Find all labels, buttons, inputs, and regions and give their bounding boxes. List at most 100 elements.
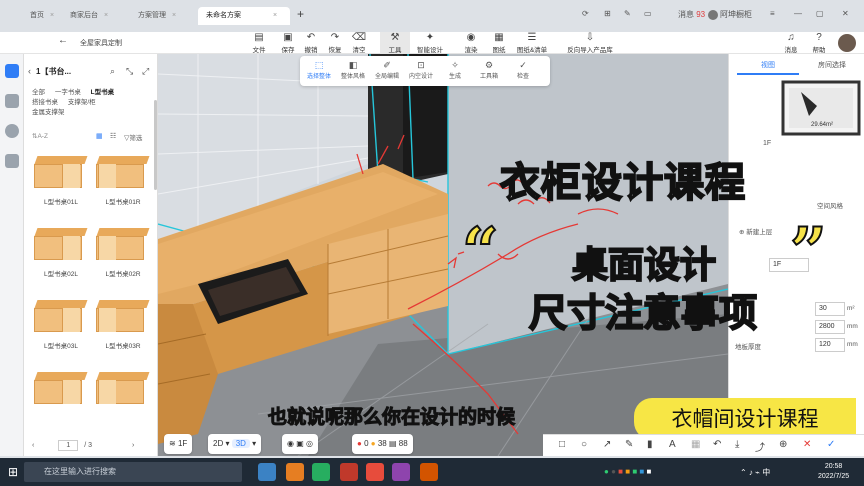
tools-button[interactable]: ⚒ 工具 [380,32,410,54]
drawing-button[interactable]: ▦ 图纸 [484,32,514,54]
windows-start-icon[interactable]: ⊞ [8,465,18,479]
task-view-icon[interactable] [258,463,276,481]
text-tool-icon[interactable]: A [669,439,676,450]
product-card[interactable]: L型书桌01L [32,150,90,206]
render-button[interactable]: ◉ 渲染 [456,32,486,54]
save-icon[interactable]: ⤓ [735,439,739,450]
search-icon[interactable]: ⌕ [110,66,115,77]
product-card[interactable] [32,366,90,412]
chevron-left-icon[interactable]: ‹ [28,66,31,76]
pen-tool-icon[interactable]: ✎ [625,439,633,450]
clear-button[interactable]: ⌫ 清空 [344,32,374,54]
issue-counter[interactable]: ● 0 ● 38 ▤ 88 [352,434,413,454]
catalog-scrollbar[interactable] [154,100,157,190]
catalog-icon[interactable] [5,64,19,78]
close-icon[interactable]: × [273,12,277,19]
product-card[interactable] [94,366,152,412]
share-icon[interactable]: ⤴ [755,439,765,454]
eye-icon[interactable]: ◉ [287,439,294,448]
close-icon[interactable]: × [172,12,176,19]
user-name[interactable]: 阿坤橱柜 [720,9,752,20]
new-floor-button[interactable]: ⊕ 新建上层 [739,226,772,236]
category-metal-support[interactable]: 金属支撑架 [32,109,65,116]
view-3d-button[interactable]: 3D [231,439,250,448]
floor-switch[interactable]: ≋ 1F [164,434,193,454]
grid-icon[interactable]: ⊞ [604,9,611,18]
tab-view[interactable]: 视图 [737,60,799,75]
help-button[interactable]: ? 帮助 [804,32,834,54]
floor-plan-minimap[interactable] [781,78,861,138]
smart-design-button[interactable]: ✦ 智能设计 [413,32,447,54]
space-style-label[interactable]: 空间风格 [817,200,843,210]
category-straight-desk[interactable]: 一字书桌 [55,89,81,96]
cube-icon[interactable]: ▣ [296,439,304,448]
tray-icons[interactable]: ⌃ ♪ ⌁ 中 [740,467,770,478]
layers-icon[interactable] [5,94,19,108]
rectangle-tool-icon[interactable]: □ [559,439,565,450]
grid-view-icon[interactable]: ▦ [96,132,103,140]
toolbox-button[interactable]: ⚙ 工具箱 [472,59,506,80]
interior-design-button[interactable]: ⊡ 内空设计 [404,59,438,80]
wechat-icon[interactable] [312,463,330,481]
back-arrow-icon[interactable]: ← [58,35,68,46]
check-button[interactable]: ✓ 检查 [506,59,540,80]
next-page-icon[interactable]: › [132,442,134,449]
tab-untitled-plan[interactable]: 未命名方案 × [198,7,290,25]
cancel-icon[interactable]: ✕ [803,439,811,450]
select-all-button[interactable]: ⬚ 选择整体 [302,59,336,80]
category-l-desk[interactable]: L型书桌 [91,89,114,96]
camera-icon[interactable]: ◎ [306,439,313,448]
category-support[interactable]: 支撑架/柜 [68,99,96,106]
tab-room-select[interactable]: 房间选择 [801,60,863,73]
close-icon[interactable]: × [50,12,54,19]
floor-thickness-input[interactable]: 120 [815,338,845,352]
product-card[interactable]: L型书桌01R [94,150,152,206]
collapse-icon[interactable]: ⤡ [126,66,133,77]
app-icon[interactable] [420,463,438,481]
mosaic-tool-icon[interactable]: ▦ [691,439,700,450]
tab-home[interactable]: 首页 × [22,7,62,25]
undo-icon[interactable]: ↶ [713,439,721,450]
avatar[interactable] [708,10,718,20]
generate-button[interactable]: ✧ 生成 [438,59,472,80]
list-view-icon[interactable]: ☷ [110,132,116,140]
overall-style-button[interactable]: ◧ 整体风格 [336,59,370,80]
breadcrumb[interactable]: 全屋家具定制 [80,38,122,48]
user-icon[interactable] [5,124,19,138]
view-2d-button[interactable]: 2D [213,439,223,448]
refresh-icon[interactable]: ⟳ [582,9,589,18]
clock[interactable]: 20:58 2022/7/25 [818,462,849,482]
file-button[interactable]: ▤ 文件 [244,32,274,54]
height-input[interactable]: 2800 [815,320,845,334]
product-card[interactable]: L型书桌02R [94,222,152,278]
area-input[interactable]: 30 [815,302,845,316]
close-window-icon[interactable]: ✕ [842,9,849,18]
reverse-import-button[interactable]: ⇩ 反向导入产品库 [566,32,614,54]
product-card[interactable]: L型书桌02L [32,222,90,278]
marker-tool-icon[interactable]: ▮ [647,439,653,450]
maximize-icon[interactable]: ▢ [816,9,824,18]
prev-page-icon[interactable]: ‹ [32,442,34,449]
close-icon[interactable]: × [104,12,108,19]
pen-icon[interactable]: ✎ [624,9,631,18]
app-icon[interactable] [392,463,410,481]
tab-plans[interactable]: 方案管理 × [130,7,184,25]
messages-link[interactable]: 消息 93 [678,9,705,20]
sort-dropdown[interactable]: ⇅A-Z [32,132,48,140]
new-tab-button[interactable]: + [297,7,304,21]
circle-tool-icon[interactable]: ○ [581,439,587,450]
messages-button[interactable]: ♫ 消息 [776,32,806,54]
wps-icon[interactable] [340,463,358,481]
global-edit-button[interactable]: ✐ 全局编辑 [370,59,404,80]
confirm-icon[interactable]: ✓ [827,439,835,450]
page-input[interactable]: 1 [58,440,79,451]
product-card[interactable]: L型书桌03L [32,294,90,350]
tab-merchant[interactable]: 商家后台 × [62,7,116,25]
firefox-icon[interactable] [286,463,304,481]
arrow-tool-icon[interactable]: ↗ [603,439,611,450]
product-card[interactable]: L型书桌03R [94,294,152,350]
color-palette-icon[interactable]: ● ● ■ ■ ■ ■ ■ [604,467,651,476]
folder-icon[interactable] [5,154,19,168]
filter-button[interactable]: ▽筛选 [124,132,142,142]
pin-icon[interactable]: ⊕ [779,439,787,450]
